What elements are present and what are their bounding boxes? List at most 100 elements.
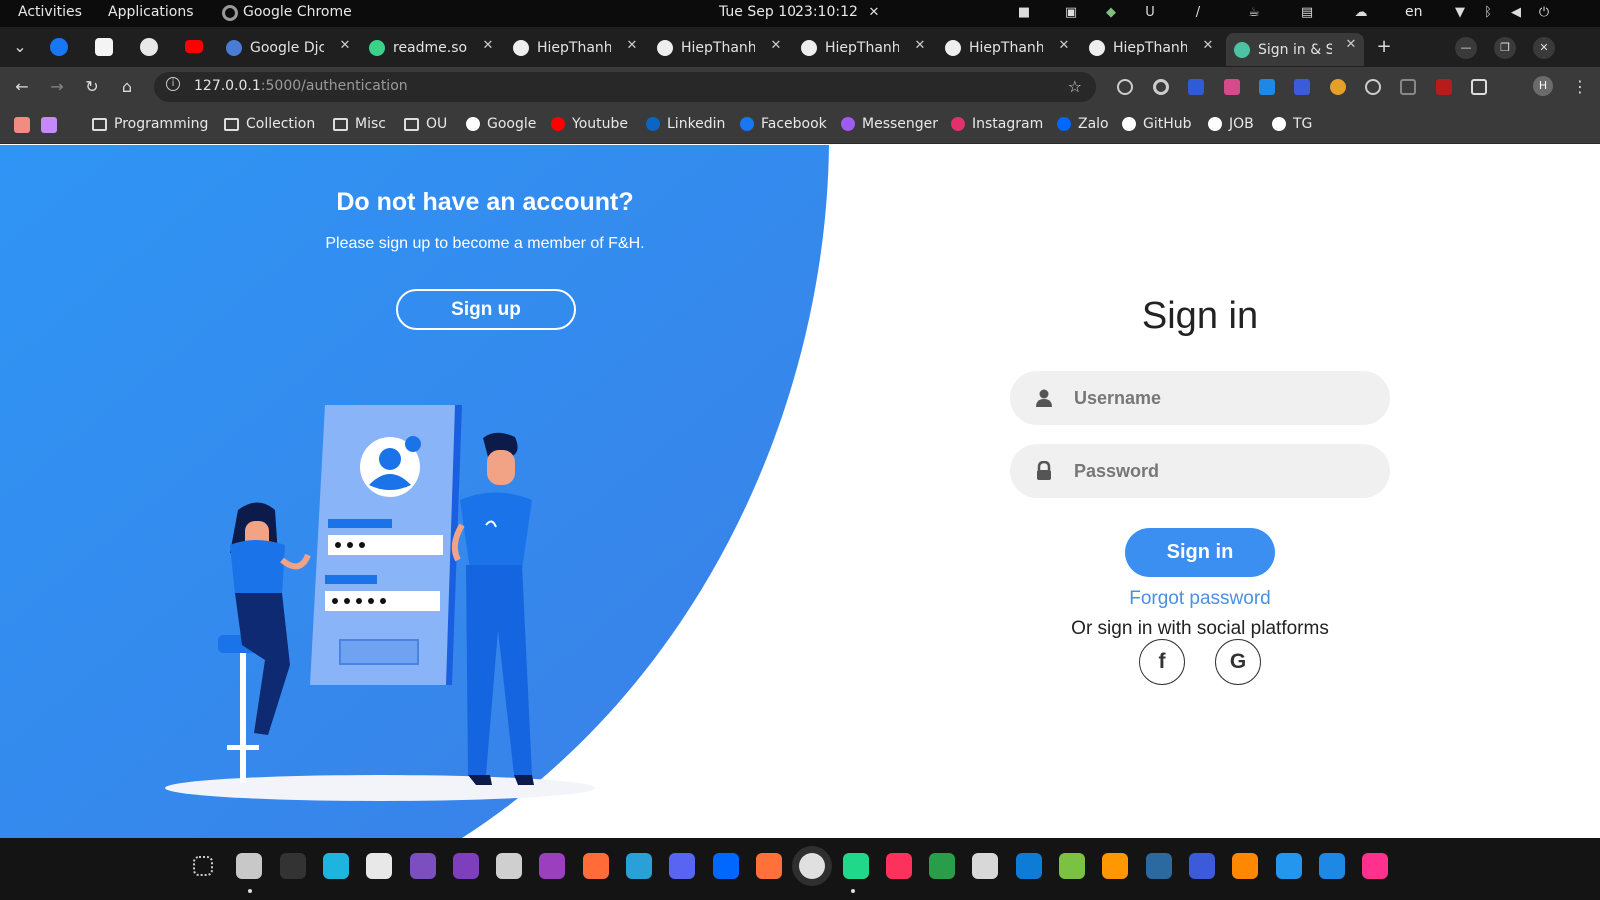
bookmark-tg[interactable]: TG bbox=[1272, 116, 1312, 132]
bookmark-programming[interactable]: Programming bbox=[92, 116, 208, 132]
mysql-workbench-icon[interactable] bbox=[1145, 853, 1172, 879]
power-icon[interactable]: ⏻ bbox=[1536, 5, 1552, 21]
recycle-extension-icon[interactable] bbox=[1400, 79, 1416, 95]
tab-0[interactable]: Google Djc ✕ bbox=[226, 34, 356, 61]
infinity-icon[interactable] bbox=[539, 853, 566, 879]
extensions-puzzle-icon[interactable] bbox=[1471, 79, 1487, 95]
tab-1[interactable]: readme.so ✕ bbox=[369, 34, 499, 61]
close-tab-icon[interactable]: ✕ bbox=[481, 38, 495, 53]
notes-icon[interactable] bbox=[366, 853, 393, 879]
notifications-muted-icon[interactable]: ✕ bbox=[866, 5, 882, 21]
anki-icon[interactable] bbox=[1188, 853, 1215, 879]
username-input[interactable] bbox=[1074, 387, 1364, 409]
chrome-icon[interactable] bbox=[799, 853, 826, 879]
bulb-extension-icon[interactable] bbox=[1365, 79, 1381, 95]
bookmark-ou[interactable]: OU bbox=[404, 116, 447, 132]
facebook-signin-button[interactable]: f bbox=[1139, 639, 1185, 685]
bookmark-app-red-icon[interactable] bbox=[14, 117, 30, 133]
anaconda-icon[interactable] bbox=[929, 853, 956, 879]
restore-button[interactable]: ❐ bbox=[1494, 37, 1516, 59]
pinned-chatgpt-icon[interactable] bbox=[140, 38, 158, 56]
bookmark-zalo[interactable]: Zalo bbox=[1057, 116, 1109, 132]
activities-button[interactable]: Activities bbox=[18, 4, 82, 20]
bluetooth-icon[interactable]: ᛒ bbox=[1480, 5, 1496, 21]
color-picker-icon[interactable]: / bbox=[1190, 5, 1206, 21]
pycharm-icon[interactable] bbox=[322, 853, 349, 879]
water-drop-extension-icon[interactable] bbox=[1259, 79, 1275, 95]
jetbrains-icon[interactable] bbox=[1362, 853, 1389, 879]
translate-extension-icon[interactable] bbox=[1224, 79, 1240, 95]
sublime-icon[interactable] bbox=[1102, 853, 1129, 879]
pinned-facebook-icon[interactable] bbox=[50, 38, 68, 56]
tab-3[interactable]: HiepThanh ✕ bbox=[657, 34, 787, 61]
bookmark-instagram[interactable]: Instagram bbox=[951, 116, 1043, 132]
firefox-icon[interactable] bbox=[755, 853, 782, 879]
clipboard-manager-icon[interactable]: ▤ bbox=[1299, 5, 1315, 21]
password-input[interactable] bbox=[1074, 460, 1364, 482]
telegram-icon[interactable] bbox=[626, 853, 652, 879]
clipboard-tray-icon[interactable]: ▣ bbox=[1063, 5, 1079, 21]
tab-2[interactable]: HiepThanh ✕ bbox=[513, 34, 643, 61]
minecraft-icon[interactable] bbox=[1059, 853, 1085, 879]
reload-icon[interactable]: ↻ bbox=[82, 77, 102, 97]
tab-5[interactable]: HiepThanh ✕ bbox=[945, 34, 1075, 61]
tab-7[interactable]: Sign in & Si ✕ bbox=[1226, 33, 1364, 66]
bookmark-facebook[interactable]: Facebook bbox=[740, 116, 827, 132]
tab-6[interactable]: HiepThanh ✕ bbox=[1089, 34, 1219, 61]
password-field[interactable] bbox=[1010, 444, 1390, 498]
pycharm-pro-icon[interactable] bbox=[842, 853, 869, 879]
close-window-button[interactable]: ✕ bbox=[1533, 37, 1555, 59]
address-bar[interactable]: i 127.0.0.1:5000/authentication ☆ bbox=[154, 72, 1096, 102]
extension-tray-icon[interactable]: ■ bbox=[1016, 5, 1032, 21]
keyboard-language[interactable]: en bbox=[1405, 4, 1423, 20]
discord-icon[interactable] bbox=[669, 853, 696, 879]
forward-icon[interactable]: → bbox=[47, 77, 67, 97]
cookie-extension-icon[interactable] bbox=[1330, 79, 1346, 95]
applications-menu[interactable]: Applications bbox=[108, 4, 194, 20]
toolbox-icon[interactable] bbox=[1318, 853, 1345, 879]
google-translate-icon[interactable] bbox=[1294, 79, 1310, 95]
clock-date[interactable]: Tue Sep 10 bbox=[719, 4, 796, 20]
intellij-icon[interactable] bbox=[885, 853, 912, 879]
google-signin-button[interactable]: G bbox=[1215, 639, 1261, 685]
ublock-icon[interactable] bbox=[1436, 79, 1452, 95]
new-tab-button[interactable]: + bbox=[1374, 37, 1394, 57]
close-tab-icon[interactable]: ✕ bbox=[1201, 38, 1215, 53]
github-desktop-icon[interactable] bbox=[409, 853, 436, 879]
bookmark-misc[interactable]: Misc bbox=[333, 116, 386, 132]
coffee-icon[interactable]: ☕ bbox=[1246, 5, 1262, 21]
close-tab-icon[interactable]: ✕ bbox=[913, 38, 927, 53]
bookmark-star-icon[interactable]: ☆ bbox=[1068, 77, 1082, 96]
close-tab-icon[interactable]: ✕ bbox=[769, 38, 783, 53]
chrome-menu-icon[interactable]: ⋮ bbox=[1570, 77, 1590, 97]
tab-4[interactable]: HiepThanh ✕ bbox=[801, 34, 931, 61]
bookmark-collection[interactable]: Collection bbox=[224, 116, 315, 132]
wifi-icon[interactable]: ▼ bbox=[1452, 5, 1468, 21]
volume-icon[interactable]: ◀ bbox=[1508, 5, 1524, 21]
bookmark-messenger[interactable]: Messenger bbox=[841, 116, 938, 132]
profile-avatar[interactable]: H bbox=[1533, 76, 1553, 96]
home-icon[interactable]: ⌂ bbox=[117, 77, 137, 97]
app-grid-icon[interactable] bbox=[193, 856, 213, 876]
site-info-icon[interactable]: i bbox=[166, 77, 180, 91]
shield-tray-icon[interactable]: ◆ bbox=[1103, 5, 1119, 21]
tab-search-icon[interactable]: ⌄ bbox=[10, 37, 30, 57]
zalo-icon[interactable] bbox=[712, 853, 739, 879]
clock-time[interactable]: 23:10:12 bbox=[795, 4, 858, 20]
pinned-notion-icon[interactable] bbox=[95, 38, 113, 56]
sign-up-button[interactable]: Sign up bbox=[396, 289, 576, 330]
forgot-password-link[interactable]: Forgot password bbox=[1000, 588, 1400, 610]
bookmark-linkedin[interactable]: Linkedin bbox=[646, 116, 725, 132]
tor-icon[interactable] bbox=[452, 853, 479, 879]
cloud-icon[interactable]: ☁ bbox=[1353, 5, 1369, 21]
focused-app-name[interactable]: Google Chrome bbox=[243, 4, 352, 20]
bookmark-github[interactable]: GitHub bbox=[1122, 116, 1192, 132]
target-extension-icon[interactable] bbox=[1153, 79, 1169, 95]
bookmark-app-purple-icon[interactable] bbox=[41, 117, 57, 133]
username-field[interactable] bbox=[1010, 371, 1390, 425]
docker-icon[interactable] bbox=[1275, 853, 1302, 879]
sign-in-button[interactable]: Sign in bbox=[1125, 528, 1275, 577]
react-devtools-icon[interactable] bbox=[1117, 79, 1133, 95]
bookmark-google[interactable]: Google bbox=[466, 116, 536, 132]
unity-icon[interactable] bbox=[972, 853, 999, 879]
